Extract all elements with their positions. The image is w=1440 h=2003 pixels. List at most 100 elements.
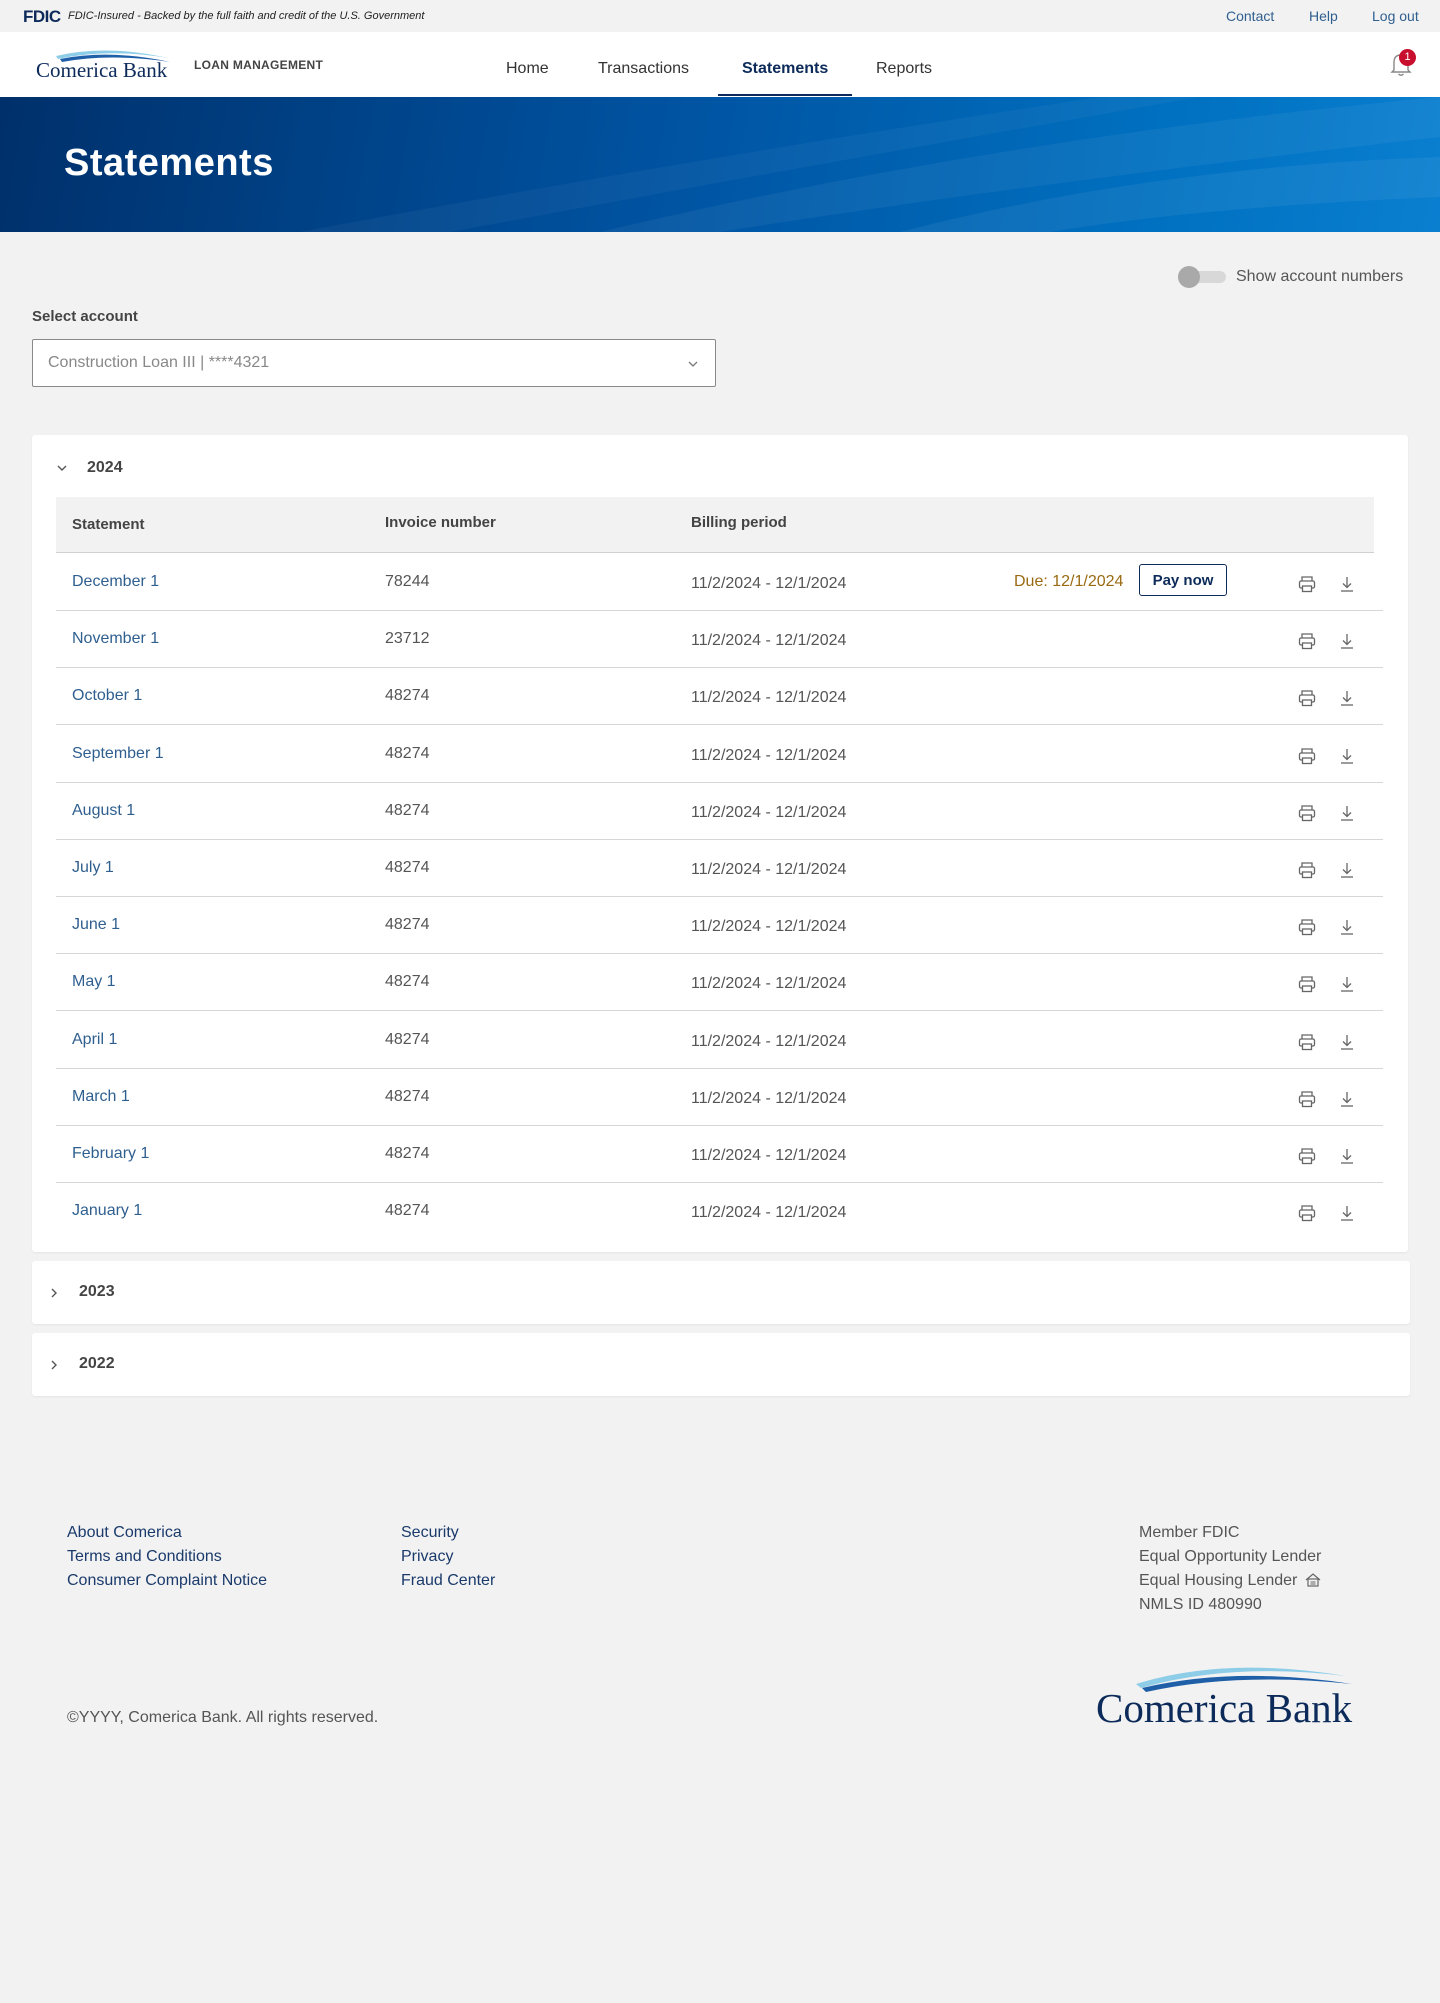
contact-link[interactable]: Contact xyxy=(1226,8,1274,24)
chevron-down-icon xyxy=(57,465,67,471)
billing-period: 11/2/2024 - 12/1/2024 xyxy=(691,632,847,650)
download-icon[interactable] xyxy=(1339,1090,1355,1108)
invoice-number: 48274 xyxy=(385,916,430,934)
table-row: October 1 48274 11/2/2024 - 12/1/2024 xyxy=(56,668,1383,726)
download-icon[interactable] xyxy=(1339,575,1355,593)
site-header: Comerica Bank LOAN MANAGEMENT Home Trans… xyxy=(0,32,1440,97)
billing-period: 11/2/2024 - 12/1/2024 xyxy=(691,575,847,592)
chevron-right-icon xyxy=(51,1288,57,1298)
footer-nmls: NMLS ID 480990 xyxy=(1139,1596,1262,1613)
nav-home[interactable]: Home xyxy=(506,60,549,78)
download-icon[interactable] xyxy=(1339,632,1355,650)
nav-statements[interactable]: Statements xyxy=(742,60,828,78)
show-account-numbers-toggle[interactable] xyxy=(1178,266,1228,288)
account-select[interactable]: Construction Loan III | ****4321 xyxy=(32,339,716,387)
chevron-down-icon xyxy=(688,361,698,367)
column-header-statement: Statement xyxy=(72,516,145,533)
footer-link-terms[interactable]: Terms and Conditions xyxy=(67,1548,222,1566)
printer-icon[interactable] xyxy=(1298,632,1316,650)
download-icon[interactable] xyxy=(1339,975,1355,993)
year-panel-2022[interactable]: 2022 xyxy=(32,1333,1410,1396)
invoice-number: 48274 xyxy=(385,744,430,762)
statement-link[interactable]: November 1 xyxy=(72,630,159,648)
nav-reports[interactable]: Reports xyxy=(876,60,932,78)
download-icon[interactable] xyxy=(1339,804,1355,822)
statement-link[interactable]: May 1 xyxy=(72,973,116,991)
billing-period: 11/2/2024 - 12/1/2024 xyxy=(691,1089,847,1107)
footer-link-about[interactable]: About Comerica xyxy=(67,1524,182,1542)
nav-transactions[interactable]: Transactions xyxy=(598,60,689,78)
table-row: June 1 48274 11/2/2024 - 12/1/2024 xyxy=(56,897,1383,955)
select-account-label: Select account xyxy=(32,308,138,325)
help-link[interactable]: Help xyxy=(1309,8,1338,24)
billing-period: 11/2/2024 - 12/1/2024 xyxy=(691,918,847,936)
statement-link[interactable]: December 1 xyxy=(72,573,159,591)
download-icon[interactable] xyxy=(1339,1204,1355,1222)
page-title: Statements xyxy=(64,142,274,184)
printer-icon[interactable] xyxy=(1298,1204,1316,1222)
printer-icon[interactable] xyxy=(1298,575,1316,593)
toggle-label: Show account numbers xyxy=(1236,268,1404,285)
printer-icon[interactable] xyxy=(1298,861,1316,879)
printer-icon[interactable] xyxy=(1298,1090,1316,1108)
footer-link-privacy[interactable]: Privacy xyxy=(401,1548,453,1566)
year-toggle-2024[interactable]: 2024 xyxy=(32,435,1408,495)
logo-wordmark: Comerica Bank xyxy=(36,58,168,82)
logout-link[interactable]: Log out xyxy=(1372,8,1419,24)
download-icon[interactable] xyxy=(1339,918,1355,936)
chevron-right-icon xyxy=(51,1360,57,1370)
due-date: Due: 12/1/2024 xyxy=(1014,573,1124,590)
statement-link[interactable]: April 1 xyxy=(72,1031,117,1049)
invoice-number: 48274 xyxy=(385,1087,430,1105)
invoice-number: 78244 xyxy=(385,573,430,590)
download-icon[interactable] xyxy=(1339,689,1355,707)
download-icon[interactable] xyxy=(1339,1033,1355,1051)
statement-link[interactable]: September 1 xyxy=(72,745,164,763)
printer-icon[interactable] xyxy=(1298,1033,1316,1051)
statement-link[interactable]: February 1 xyxy=(72,1145,149,1163)
statement-link[interactable]: June 1 xyxy=(72,916,120,934)
comerica-logo[interactable]: Comerica Bank xyxy=(36,46,174,82)
account-select-value: Construction Loan III | ****4321 xyxy=(48,354,270,371)
table-row: February 1 48274 11/2/2024 - 12/1/2024 xyxy=(56,1126,1383,1183)
toggle-knob xyxy=(1178,266,1200,288)
download-icon[interactable] xyxy=(1339,747,1355,765)
download-icon[interactable] xyxy=(1339,861,1355,879)
printer-icon[interactable] xyxy=(1298,804,1316,822)
statement-link[interactable]: August 1 xyxy=(72,802,135,820)
printer-icon[interactable] xyxy=(1298,918,1316,936)
invoice-number: 48274 xyxy=(385,1145,430,1162)
invoice-number: 48274 xyxy=(385,973,430,991)
year-label: 2023 xyxy=(79,1283,115,1300)
page-hero: Statements xyxy=(0,97,1440,232)
pay-now-button[interactable]: Pay now xyxy=(1139,564,1227,596)
equal-housing-icon xyxy=(1305,1573,1321,1587)
nav-active-indicator xyxy=(718,94,852,96)
year-panel-2023[interactable]: 2023 xyxy=(32,1261,1410,1324)
column-header-billing: Billing period xyxy=(691,514,787,531)
invoice-number: 48274 xyxy=(385,859,430,876)
download-icon[interactable] xyxy=(1339,1147,1355,1165)
billing-period: 11/2/2024 - 12/1/2024 xyxy=(691,861,847,878)
printer-icon[interactable] xyxy=(1298,1147,1316,1165)
statement-link[interactable]: March 1 xyxy=(72,1088,130,1106)
invoice-number: 48274 xyxy=(385,687,430,705)
app-subtitle: LOAN MANAGEMENT xyxy=(194,58,324,72)
table-row: September 1 48274 11/2/2024 - 12/1/2024 xyxy=(56,726,1383,783)
printer-icon[interactable] xyxy=(1298,747,1316,765)
printer-icon[interactable] xyxy=(1298,689,1316,707)
billing-period: 11/2/2024 - 12/1/2024 xyxy=(691,689,847,707)
table-row: January 1 48274 11/2/2024 - 12/1/2024 xyxy=(56,1183,1383,1240)
invoice-number: 48274 xyxy=(385,1030,430,1048)
notification-badge: 1 xyxy=(1399,49,1416,66)
footer-link-security[interactable]: Security xyxy=(401,1524,459,1542)
billing-period: 11/2/2024 - 12/1/2024 xyxy=(691,803,847,821)
footer-link-fraud[interactable]: Fraud Center xyxy=(401,1572,495,1590)
statement-link[interactable]: January 1 xyxy=(72,1202,142,1220)
statements-table-header: Statement Invoice number Billing period xyxy=(56,497,1374,553)
statement-link[interactable]: July 1 xyxy=(72,859,114,877)
statement-link[interactable]: October 1 xyxy=(72,687,142,705)
printer-icon[interactable] xyxy=(1298,975,1316,993)
footer-link-complaint[interactable]: Consumer Complaint Notice xyxy=(67,1572,267,1590)
table-row: August 1 48274 11/2/2024 - 12/1/2024 xyxy=(56,783,1383,840)
